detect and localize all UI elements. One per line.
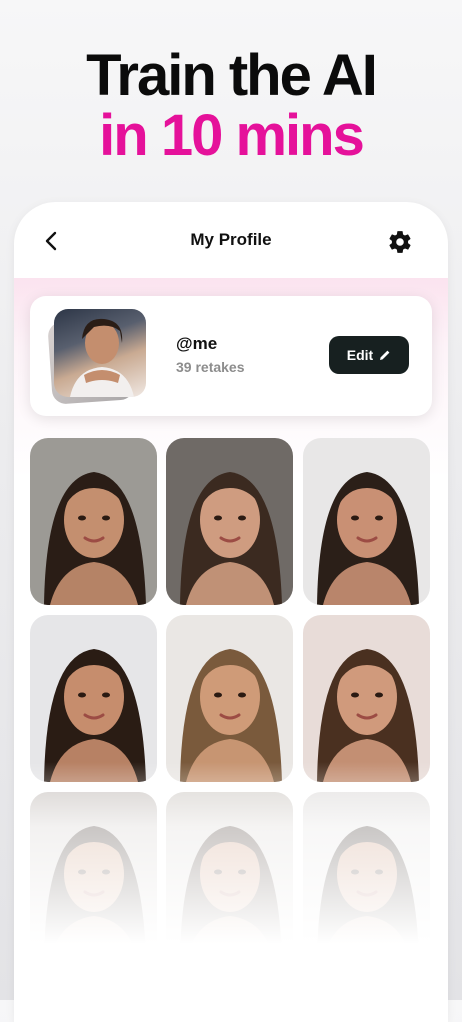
portrait-image [30,615,157,782]
profile-card: @me 39 retakes Edit [30,296,432,416]
photo-tile[interactable] [30,438,157,605]
pencil-icon [380,350,390,360]
portrait-image [30,438,157,605]
edit-profile-button[interactable]: Edit [329,336,409,374]
photo-tile[interactable] [30,792,157,959]
page-title: My Profile [190,230,272,249]
retakes-count: 39 retakes [176,359,245,375]
portrait-image [30,792,157,959]
photo-tile[interactable] [30,615,157,782]
photo-tile[interactable] [303,438,430,605]
profile-handle: @me [176,334,218,353]
photo-tile[interactable] [303,792,430,959]
promo-headline: Train the AI [86,43,378,108]
portrait-image [166,792,293,959]
portrait-image [166,438,293,605]
photo-tile[interactable] [166,792,293,959]
portrait-image [303,792,430,959]
photo-tile[interactable] [166,615,293,782]
photo-tile[interactable] [303,615,430,782]
promo-subheadline: in 10 mins [99,103,365,168]
portrait-image [303,438,430,605]
portrait-image [303,615,430,782]
avatar[interactable] [54,309,146,397]
photo-tile[interactable] [166,438,293,605]
phone-screen: My Profile @me 39 retakes Edit [14,202,448,1022]
edit-button-label: Edit [346,347,374,363]
gear-icon[interactable] [387,229,413,255]
portrait-image [166,615,293,782]
top-bar: My Profile [14,202,448,278]
